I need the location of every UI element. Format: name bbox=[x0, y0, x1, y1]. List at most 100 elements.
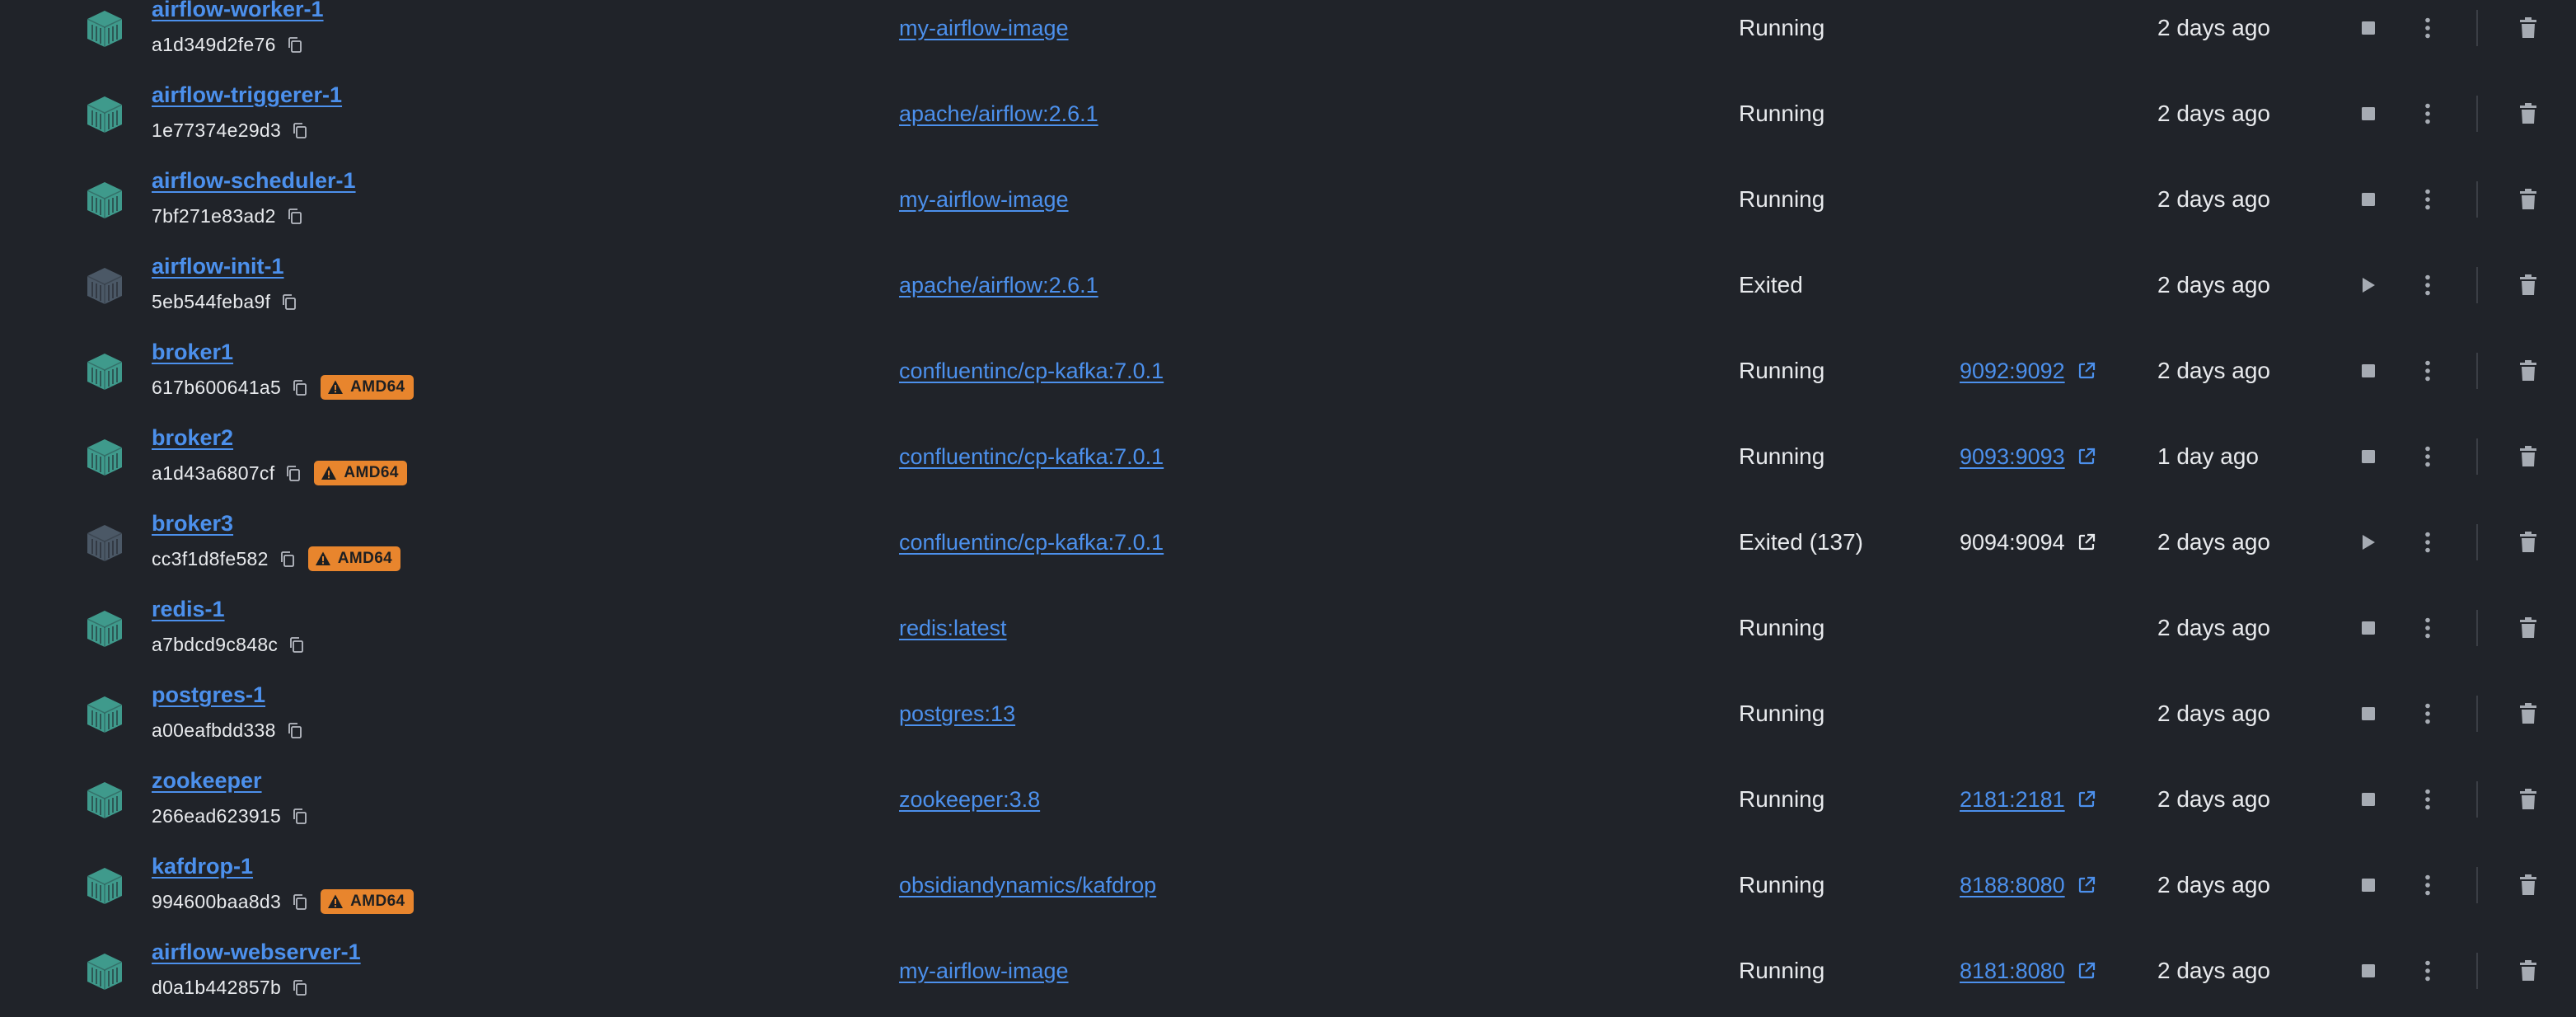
delete-button[interactable] bbox=[2513, 13, 2543, 43]
container-row[interactable]: airflow-scheduler-1 7bf271e83ad2 my-airflo… bbox=[0, 163, 2576, 249]
external-link-icon[interactable] bbox=[2077, 361, 2096, 381]
stop-button[interactable] bbox=[2354, 956, 2383, 986]
image-link[interactable]: my-airflow-image bbox=[899, 12, 1069, 45]
copy-icon[interactable] bbox=[279, 550, 297, 568]
actions-divider bbox=[2476, 953, 2478, 989]
status-text: Exited (137) bbox=[1739, 529, 1863, 555]
delete-button[interactable] bbox=[2513, 613, 2543, 643]
copy-icon[interactable] bbox=[291, 978, 309, 996]
container-row[interactable]: redis-1 a7bdcd9c848c redis:latest Running 2 … bbox=[0, 592, 2576, 677]
more-vertical-icon bbox=[2424, 17, 2431, 39]
container-name-link[interactable]: broker3 bbox=[152, 509, 233, 537]
copy-icon[interactable] bbox=[280, 293, 298, 311]
container-row[interactable]: postgres-1 a00eafbdd338 postgres:13 Running… bbox=[0, 677, 2576, 763]
external-link-icon[interactable] bbox=[2077, 875, 2096, 895]
port-link[interactable]: 2181:2181 bbox=[1960, 783, 2096, 816]
start-button[interactable] bbox=[2354, 270, 2383, 300]
delete-button[interactable] bbox=[2513, 442, 2543, 471]
external-link-icon[interactable] bbox=[2077, 790, 2096, 809]
start-button[interactable] bbox=[2354, 527, 2383, 557]
container-name-link[interactable]: zookeeper bbox=[152, 766, 262, 794]
container-name-link[interactable]: postgres-1 bbox=[152, 681, 265, 709]
delete-button[interactable] bbox=[2513, 699, 2543, 729]
last-started-text: 1 day ago bbox=[2157, 443, 2259, 469]
more-actions-button[interactable] bbox=[2413, 527, 2443, 557]
trash-icon bbox=[2519, 103, 2537, 124]
delete-button[interactable] bbox=[2513, 99, 2543, 129]
more-actions-button[interactable] bbox=[2413, 699, 2443, 729]
container-row[interactable]: broker1 617b600641a5 AMD64 confluentinc/cp-… bbox=[0, 335, 2576, 420]
container-row[interactable]: airflow-worker-1 a1d349d2fe76 my-airflow-i… bbox=[0, 0, 2576, 77]
delete-button[interactable] bbox=[2513, 527, 2543, 557]
container-row[interactable]: zookeeper 266ead623915 zookeeper:3.8 Runnin… bbox=[0, 763, 2576, 849]
container-name-link[interactable]: airflow-init-1 bbox=[152, 252, 284, 280]
more-actions-button[interactable] bbox=[2413, 270, 2443, 300]
image-link[interactable]: confluentinc/cp-kafka:7.0.1 bbox=[899, 440, 1164, 473]
copy-icon[interactable] bbox=[286, 207, 304, 225]
stop-button[interactable] bbox=[2354, 785, 2383, 814]
copy-icon[interactable] bbox=[291, 378, 309, 396]
more-actions-button[interactable] bbox=[2413, 356, 2443, 386]
stop-button[interactable] bbox=[2354, 699, 2383, 729]
copy-icon[interactable] bbox=[291, 121, 309, 139]
container-row[interactable]: airflow-triggerer-1 1e77374e29d3 apache/ai… bbox=[0, 77, 2576, 163]
copy-icon[interactable] bbox=[286, 721, 304, 739]
stop-button[interactable] bbox=[2354, 13, 2383, 43]
copy-icon[interactable] bbox=[284, 464, 302, 482]
stop-button[interactable] bbox=[2354, 356, 2383, 386]
more-actions-button[interactable] bbox=[2413, 613, 2443, 643]
image-link[interactable]: redis:latest bbox=[899, 612, 1007, 644]
container-name-link[interactable]: airflow-scheduler-1 bbox=[152, 166, 356, 194]
stop-button[interactable] bbox=[2354, 613, 2383, 643]
container-name-link[interactable]: kafdrop-1 bbox=[152, 852, 253, 880]
external-link-icon[interactable] bbox=[2077, 961, 2096, 981]
image-link[interactable]: zookeeper:3.8 bbox=[899, 783, 1040, 816]
stop-button[interactable] bbox=[2354, 99, 2383, 129]
more-actions-button[interactable] bbox=[2413, 956, 2443, 986]
port-link[interactable]: 9093:9093 bbox=[1960, 440, 2096, 473]
container-row[interactable]: kafdrop-1 994600baa8d3 AMD64 obsidiandynami… bbox=[0, 849, 2576, 935]
container-name-link[interactable]: airflow-webserver-1 bbox=[152, 938, 361, 966]
copy-icon[interactable] bbox=[291, 807, 309, 825]
more-actions-button[interactable] bbox=[2413, 785, 2443, 814]
more-actions-button[interactable] bbox=[2413, 442, 2443, 471]
container-name-link[interactable]: broker2 bbox=[152, 424, 233, 452]
copy-icon[interactable] bbox=[291, 893, 309, 911]
container-row[interactable]: broker2 a1d43a6807cf AMD64 confluentinc/cp-… bbox=[0, 420, 2576, 506]
delete-button[interactable] bbox=[2513, 956, 2543, 986]
more-actions-button[interactable] bbox=[2413, 13, 2443, 43]
copy-icon[interactable] bbox=[288, 635, 306, 654]
port-link[interactable]: 8188:8080 bbox=[1960, 869, 2096, 902]
image-link[interactable]: apache/airflow:2.6.1 bbox=[899, 269, 1098, 302]
delete-button[interactable] bbox=[2513, 870, 2543, 900]
delete-button[interactable] bbox=[2513, 785, 2543, 814]
port-link[interactable]: 9092:9092 bbox=[1960, 354, 2096, 387]
container-row[interactable]: airflow-init-1 5eb544feba9f apache/airflow… bbox=[0, 249, 2576, 335]
container-name-link[interactable]: airflow-triggerer-1 bbox=[152, 81, 342, 109]
container-row[interactable]: airflow-webserver-1 d0a1b442857b my-airflo… bbox=[0, 935, 2576, 1017]
image-link[interactable]: postgres:13 bbox=[899, 697, 1015, 730]
delete-button[interactable] bbox=[2513, 270, 2543, 300]
platform-badge-label: AMD64 bbox=[344, 464, 399, 481]
image-link[interactable]: my-airflow-image bbox=[899, 183, 1069, 216]
image-link[interactable]: confluentinc/cp-kafka:7.0.1 bbox=[899, 526, 1164, 559]
stop-button[interactable] bbox=[2354, 185, 2383, 214]
container-name-link[interactable]: airflow-worker-1 bbox=[152, 0, 324, 23]
image-link[interactable]: confluentinc/cp-kafka:7.0.1 bbox=[899, 354, 1164, 387]
stop-button[interactable] bbox=[2354, 442, 2383, 471]
container-name-link[interactable]: redis-1 bbox=[152, 595, 225, 623]
copy-icon[interactable] bbox=[286, 35, 304, 54]
container-row[interactable]: broker3 cc3f1d8fe582 AMD64 confluentinc/cp-… bbox=[0, 506, 2576, 592]
more-actions-button[interactable] bbox=[2413, 99, 2443, 129]
image-link[interactable]: obsidiandynamics/kafdrop bbox=[899, 869, 1156, 902]
image-link[interactable]: my-airflow-image bbox=[899, 954, 1069, 987]
container-name-link[interactable]: broker1 bbox=[152, 338, 233, 366]
delete-button[interactable] bbox=[2513, 185, 2543, 214]
external-link-icon[interactable] bbox=[2077, 447, 2096, 466]
delete-button[interactable] bbox=[2513, 356, 2543, 386]
stop-button[interactable] bbox=[2354, 870, 2383, 900]
more-actions-button[interactable] bbox=[2413, 870, 2443, 900]
image-link[interactable]: apache/airflow:2.6.1 bbox=[899, 97, 1098, 130]
more-actions-button[interactable] bbox=[2413, 185, 2443, 214]
port-link[interactable]: 8181:8080 bbox=[1960, 954, 2096, 987]
